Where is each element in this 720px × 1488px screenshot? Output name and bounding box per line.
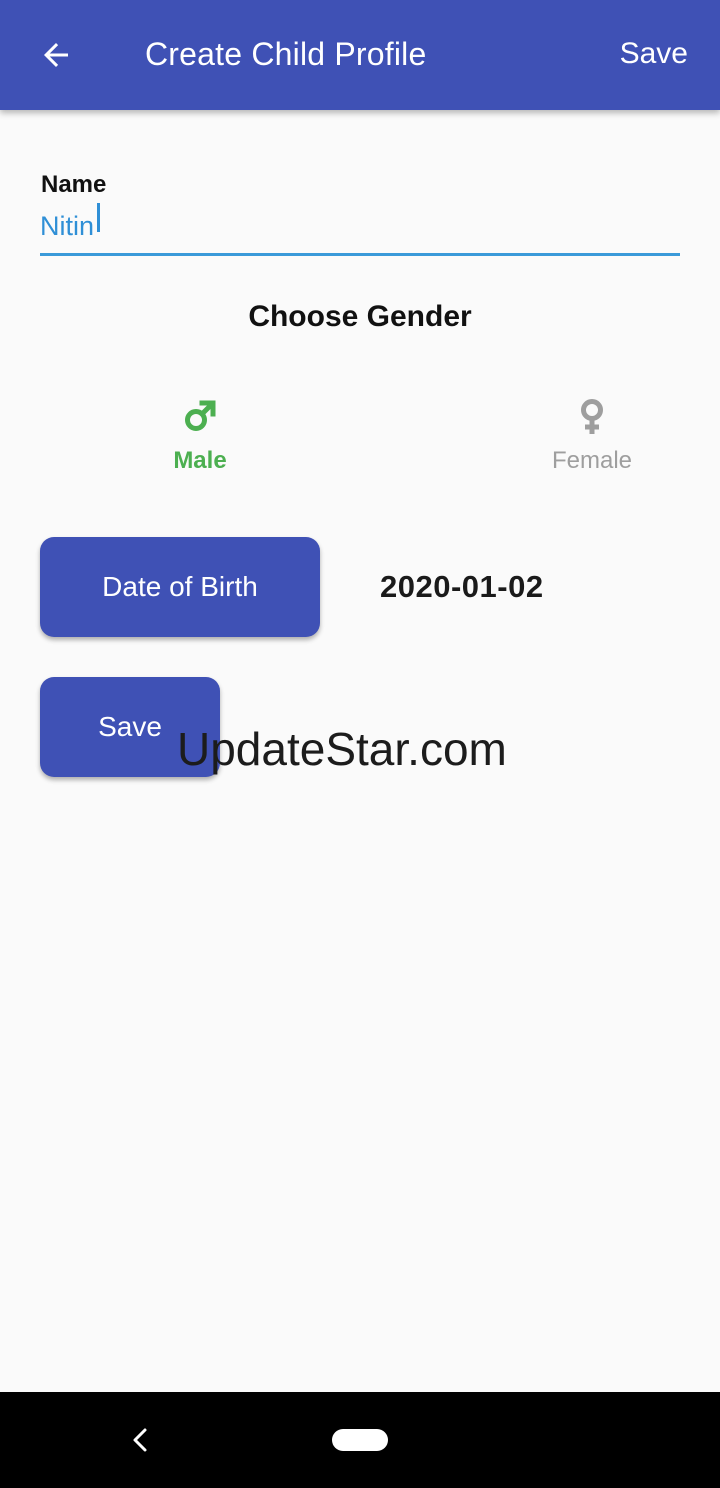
page-title: Create Child Profile: [145, 36, 427, 72]
male-symbol-icon: [185, 400, 216, 431]
gender-label-male: Male: [173, 447, 227, 474]
system-navigation-bar: [0, 1392, 720, 1488]
name-input[interactable]: [40, 200, 680, 256]
back-button[interactable]: [30, 30, 82, 80]
gender-option-male[interactable]: Male: [120, 396, 280, 486]
text-cursor: [97, 203, 100, 232]
choose-gender-heading: Choose Gender: [248, 300, 472, 333]
gender-option-female[interactable]: Female: [512, 396, 672, 486]
gender-label-female: Female: [551, 447, 633, 474]
appbar-save-button[interactable]: Save: [620, 34, 688, 74]
system-back-button[interactable]: [124, 1422, 156, 1458]
chevron-left-icon: [133, 1428, 147, 1452]
date-of-birth-button[interactable]: Date of Birth: [40, 537, 320, 637]
female-symbol-icon: [581, 399, 603, 434]
date-of-birth-value: 2020-01-02: [380, 569, 544, 604]
app-bar: Create Child Profile Save: [0, 0, 720, 110]
watermark-text: UpdateStar.com: [177, 723, 507, 775]
home-pill-icon[interactable]: [332, 1429, 388, 1451]
save-button[interactable]: Save: [40, 677, 220, 777]
name-label: Name: [41, 171, 107, 198]
arrow-left-icon: [44, 43, 68, 67]
